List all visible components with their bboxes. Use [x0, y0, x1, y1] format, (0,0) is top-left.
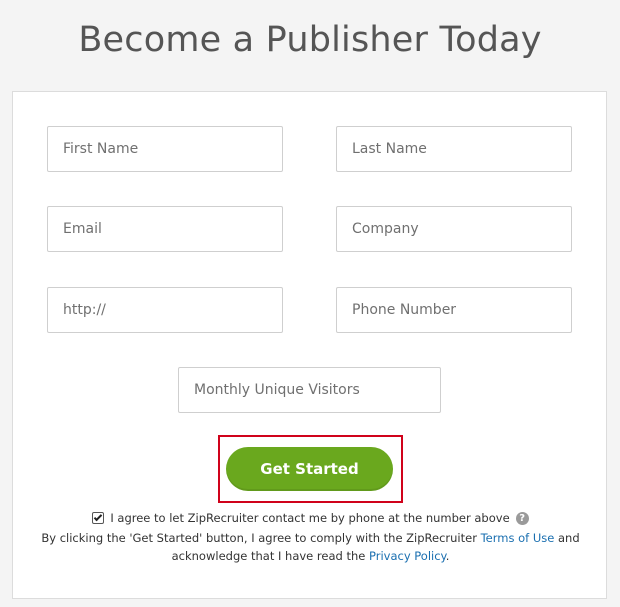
phone-number-input[interactable]: [336, 287, 572, 333]
question-circle-icon[interactable]: ?: [515, 511, 529, 525]
terms-of-use-link[interactable]: Terms of Use: [481, 531, 555, 545]
monthly-visitors-input[interactable]: [178, 367, 441, 413]
terms-suffix: .: [445, 549, 450, 563]
company-input[interactable]: [336, 206, 572, 252]
terms-prefix: By clicking the 'Get Started' button, I …: [41, 531, 481, 545]
terms-line2-prefix: acknowledge that I have read the: [171, 549, 369, 563]
terms-text: By clicking the 'Get Started' button, I …: [13, 529, 608, 565]
first-name-input[interactable]: [47, 126, 283, 172]
consent-section: I agree to let ZipRecruiter contact me b…: [13, 511, 608, 565]
privacy-policy-link[interactable]: Privacy Policy: [369, 549, 446, 563]
phone-consent-checkbox[interactable]: [92, 512, 105, 524]
page-title: Become a Publisher Today: [78, 20, 542, 60]
consent-checkbox-row: I agree to let ZipRecruiter contact me b…: [13, 511, 608, 525]
get-started-button[interactable]: Get Started: [226, 447, 393, 491]
last-name-input[interactable]: [336, 126, 572, 172]
website-url-input[interactable]: [47, 287, 283, 333]
checkmark-icon: [94, 512, 103, 522]
publisher-form-card: Get Started I agree to let ZipRecruiter …: [12, 91, 607, 599]
terms-middle: and: [554, 531, 580, 545]
consent-checkbox-label: I agree to let ZipRecruiter contact me b…: [110, 511, 510, 525]
email-input[interactable]: [47, 206, 283, 252]
